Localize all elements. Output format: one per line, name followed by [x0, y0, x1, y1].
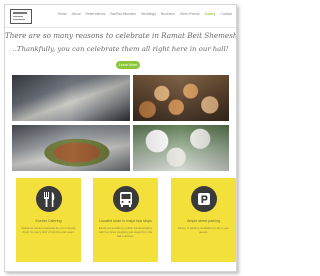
nav-item-other-events[interactable]: Other Events: [180, 12, 200, 17]
nav-item-weddings[interactable]: Weddings: [141, 12, 156, 17]
fork-knife-icon: [36, 186, 62, 212]
feature-text: Delicious menus prepared by our in-house…: [21, 226, 76, 234]
banquet-table-photo: [12, 75, 130, 121]
bus-icon: [113, 186, 139, 212]
photo-shade: [12, 125, 130, 171]
site-header: Home About Reservations Bar/Bat Mitzvahs…: [5, 5, 236, 28]
feature-card-bus: Located close to major bus stops Easily …: [93, 178, 158, 262]
photo-shade: [133, 125, 229, 171]
learn-more-button[interactable]: Learn More: [116, 61, 140, 69]
hero-headline: There are so many reasons to celebrate i…: [5, 31, 237, 40]
venue-logo[interactable]: [10, 9, 32, 24]
photo-shade: [12, 75, 130, 121]
feature-title: Ample street parking: [187, 219, 220, 223]
logo-mark: [13, 16, 23, 17]
nav-item-business[interactable]: Business: [161, 12, 175, 17]
flower-centerpiece-photo: [133, 125, 229, 171]
feature-card-catering: Kosher Catering Delicious menus prepared…: [16, 178, 81, 262]
logo-mark: [13, 12, 27, 14]
nav-item-home[interactable]: Home: [58, 12, 67, 17]
feature-text: Plenty of parking available for all of y…: [177, 226, 230, 234]
feature-title: Kosher Catering: [35, 219, 62, 223]
logo-mark: [13, 19, 25, 20]
feature-title: Located close to major bus stops: [99, 219, 152, 223]
feature-text: Easily accessible by public transportati…: [98, 226, 153, 238]
hero-subheadline: ..Thankfully, you can celebrate them all…: [12, 45, 229, 53]
buffet-plate-photo: [12, 125, 130, 171]
browser-page: Home About Reservations Bar/Bat Mitzvahs…: [4, 4, 237, 272]
nav-item-mitzvahs[interactable]: Bar/Bat Mitzvahs: [110, 12, 136, 17]
parking-icon: [191, 186, 217, 212]
pastries-photo: [133, 75, 229, 121]
main-nav: Home About Reservations Bar/Bat Mitzvahs…: [58, 12, 232, 17]
nav-item-reservations[interactable]: Reservations: [86, 12, 106, 17]
photo-shade: [133, 75, 229, 121]
nav-item-contact[interactable]: Contact: [220, 12, 232, 17]
nav-item-gallery[interactable]: Gallery: [205, 12, 216, 17]
feature-card-parking: Ample street parking Plenty of parking a…: [171, 178, 236, 262]
nav-item-about[interactable]: About: [72, 12, 81, 17]
